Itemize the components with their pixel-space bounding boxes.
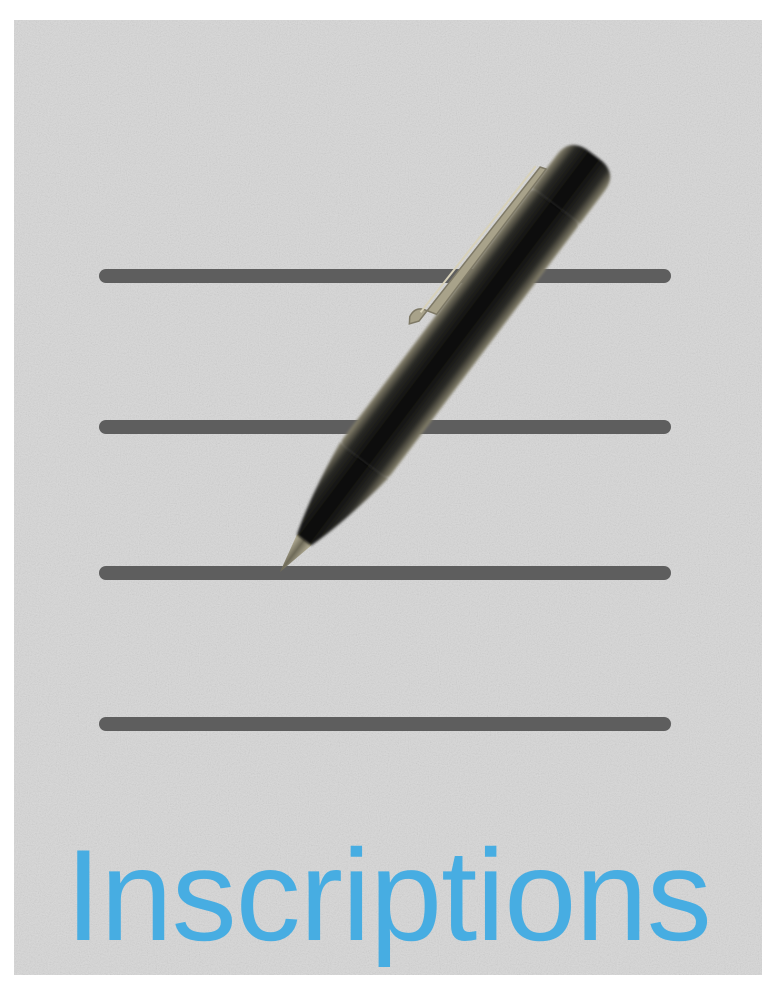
app-icon-card[interactable]: Inscriptions xyxy=(14,20,762,975)
ruled-lines xyxy=(99,269,671,731)
pen-icon xyxy=(280,144,611,572)
app-title: Inscriptions xyxy=(65,822,712,968)
